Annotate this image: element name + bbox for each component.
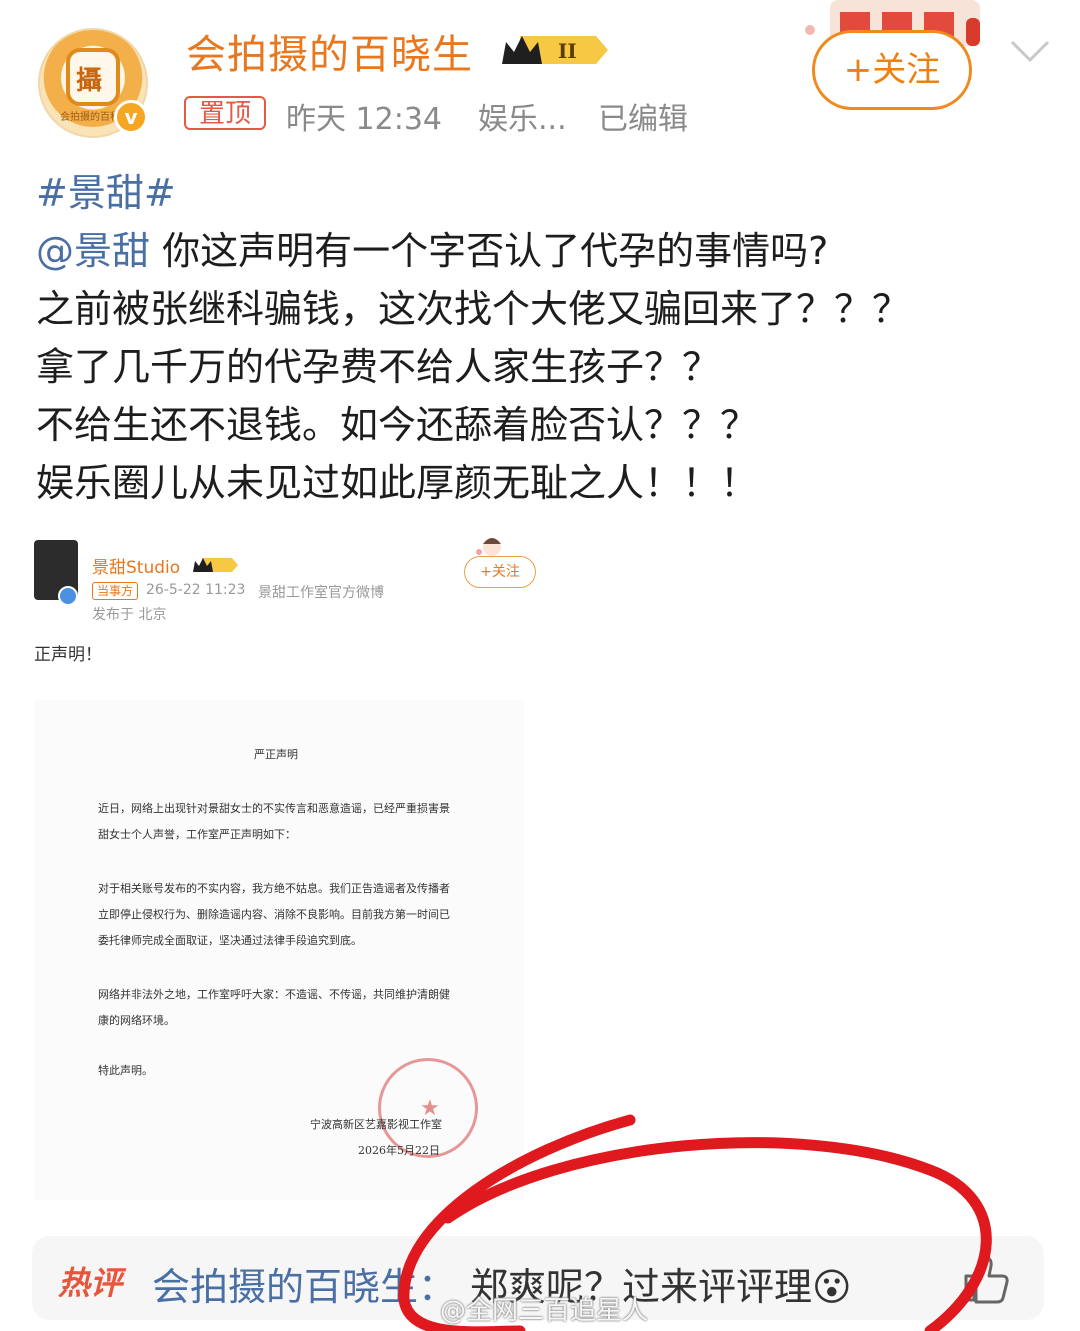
cartoon-face-icon	[476, 538, 501, 556]
post-line-1: @景甜 你这声明有一个字否认了代孕的事情吗?	[36, 222, 1046, 280]
level-crown-badge: II	[502, 36, 608, 64]
avatar-glyph: 攝	[76, 66, 103, 96]
follow-button[interactable]: +关注	[812, 30, 972, 110]
post-line-1-text: 你这声明有一个字否认了代孕的事情吗?	[150, 229, 829, 273]
hot-comment-user[interactable]: 会拍摄的百晓生：	[152, 1256, 456, 1311]
hot-comment-label: 热评	[58, 1264, 123, 1302]
embedded-time: 26-5-22 11:23	[146, 582, 246, 598]
post-line-5: 娱乐圈儿从未见过如此厚颜无耻之人！！！	[36, 461, 759, 505]
doc-paragraph-2: 对于相关账号发布的不实内容，我方绝不姑息。我们正告造谣者及传播者立即停止侵权行为…	[98, 882, 450, 947]
doc-paragraph-4: 特此声明。	[98, 1064, 153, 1077]
post-line-3: 拿了几千万的代孕费不给人家生孩子？？	[36, 345, 721, 389]
embedded-source: 景甜工作室官方微博	[258, 585, 384, 601]
embedded-verified-icon	[58, 586, 78, 606]
post-content: #景甜# @景甜 你这声明有一个字否认了代孕的事情吗? 之前被张继科骗钱，这次找…	[36, 164, 1046, 512]
thumbs-up-icon[interactable]	[958, 1252, 1012, 1306]
doc-date: 2026年5月22日	[358, 1144, 440, 1157]
author-name[interactable]: 会拍摄的百晓生	[186, 22, 473, 80]
post-line-4: 不给生还不退钱。如今还舔着脸否认？？？	[36, 403, 759, 447]
doc-signature: 宁波高新区艺嘉影视工作室	[310, 1118, 442, 1131]
statement-document[interactable]: 严正声明 近日，网络上出现针对景甜女士的不实传言和恶意造谣，已经严重损害景甜女士…	[34, 700, 524, 1200]
mention-link[interactable]: @景甜	[36, 229, 150, 273]
pinned-badge: 置顶	[184, 96, 266, 130]
embedded-caption: 正声明！	[34, 645, 102, 665]
level-text: II	[558, 39, 577, 63]
embedded-location: 发布于 北京	[92, 607, 167, 623]
post-time: 昨天 12:34	[286, 102, 442, 137]
avatar-caption: 会拍摄的百科	[60, 112, 120, 123]
edited-label: 已编辑	[598, 102, 688, 137]
verified-icon: v	[114, 100, 148, 134]
post-line-2: 之前被张继科骗钱，这次找个大佬又骗回来了？？？	[36, 287, 911, 331]
embedded-author-name: 景甜Studio	[92, 558, 181, 578]
embedded-follow-button: +关注	[464, 556, 536, 588]
chevron-down-icon[interactable]	[1008, 36, 1052, 66]
doc-paragraph-1: 近日，网络上出现针对景甜女士的不实传言和恶意造谣，已经严重损害景甜女士个人声誉，…	[98, 802, 450, 841]
embedded-party-tag: 当事方	[92, 582, 138, 600]
doc-paragraph-3: 网络并非法外之地，工作室呼吁大家：不造谣、不传谣，共同维护清朗健康的网络环境。	[98, 988, 450, 1027]
doc-title: 严正声明	[254, 748, 298, 761]
post-source[interactable]: 娱乐...	[478, 94, 567, 138]
topic-link[interactable]: #景甜#	[36, 164, 1046, 222]
watermark: @全网三百追星人	[440, 1296, 649, 1326]
embedded-crown-icon	[193, 558, 238, 572]
